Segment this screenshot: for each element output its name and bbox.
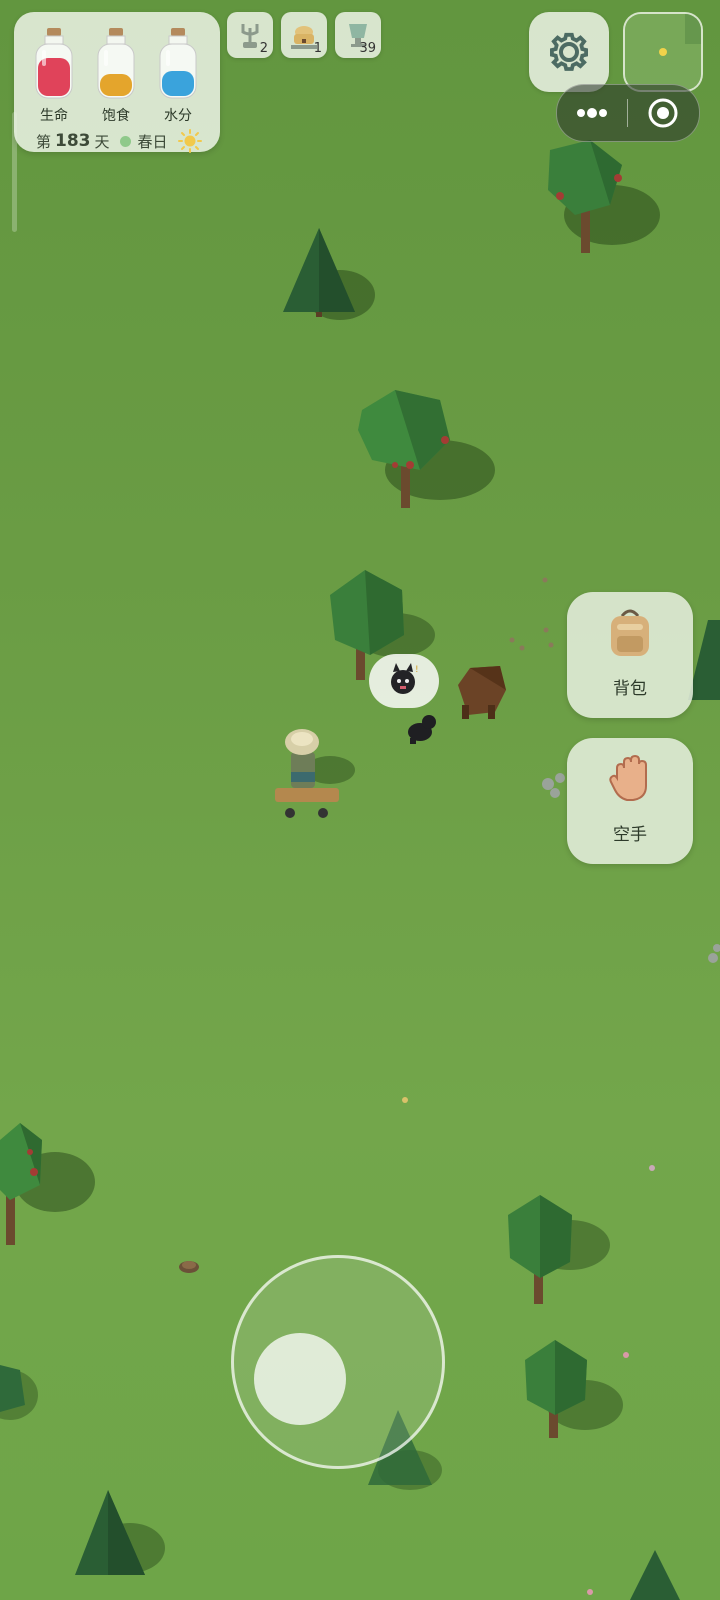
hydration-bottle [158,28,198,102]
satiety-label: 饱食 [102,108,130,124]
beehive-count: 1 [313,41,322,56]
season-label: 春日 [137,132,168,151]
health-bottle [34,28,74,102]
health-label: 生命 [40,108,68,124]
leafy-tree [508,1195,572,1304]
minimap[interactable] [623,12,703,92]
black-pet[interactable] [408,715,436,744]
backpack-label: 背包 [613,679,647,699]
resource-chip-trap[interactable]: 2 [227,12,273,58]
bush [0,1365,25,1412]
flower [623,1352,629,1358]
satiety-bottle-icon [97,28,135,99]
svg-text:!: ! [415,665,419,675]
apple-tree [0,1123,42,1245]
backpack-button[interactable]: 背包 [567,592,693,718]
day-counter: 第 183 天 春日 [36,129,202,153]
flower [587,1589,593,1595]
resource-chip-beehive[interactable]: 1 [281,12,327,58]
status-panel: 生命 饱食 水分 第 183 天 春日 [14,12,220,153]
resource-chip-cup[interactable]: 39 [335,12,381,58]
angry-pet-icon: ! [391,663,419,694]
empty-hand-label: 空手 [613,825,647,845]
settings-button[interactable] [529,12,609,92]
stump [179,1261,199,1273]
day-number: 183 [55,131,91,151]
hydration-bottle-icon [159,28,197,99]
more-icon[interactable] [557,85,627,141]
backpack-icon [611,609,649,656]
brown-bear[interactable] [458,666,506,719]
player-character[interactable] [275,729,355,818]
flower [402,1097,408,1103]
trap-count: 2 [259,41,268,56]
health-bottle-icon [35,28,73,99]
flower [649,1165,655,1171]
pine-tree [630,1550,680,1600]
sun-icon [177,129,202,153]
miniprogram-capsule [556,84,700,142]
joystick-knob[interactable] [254,1333,346,1425]
day-prefix: 第 [36,132,52,151]
cup-count: 39 [359,41,376,56]
pet-speech-bubble: ! [369,654,439,708]
minimap-view [625,14,701,90]
seeds [509,577,554,651]
empty-hand-button[interactable]: 空手 [567,738,693,864]
player-marker-icon [659,48,667,56]
hand-icon [609,754,647,801]
day-suffix: 天 [94,132,110,151]
gear-icon [549,32,589,71]
satiety-bottle [96,28,136,102]
hydration-label: 水分 [164,108,192,124]
season-dot-icon [119,135,131,147]
virtual-joystick[interactable] [231,1255,445,1469]
close-target-icon[interactable] [628,85,698,141]
